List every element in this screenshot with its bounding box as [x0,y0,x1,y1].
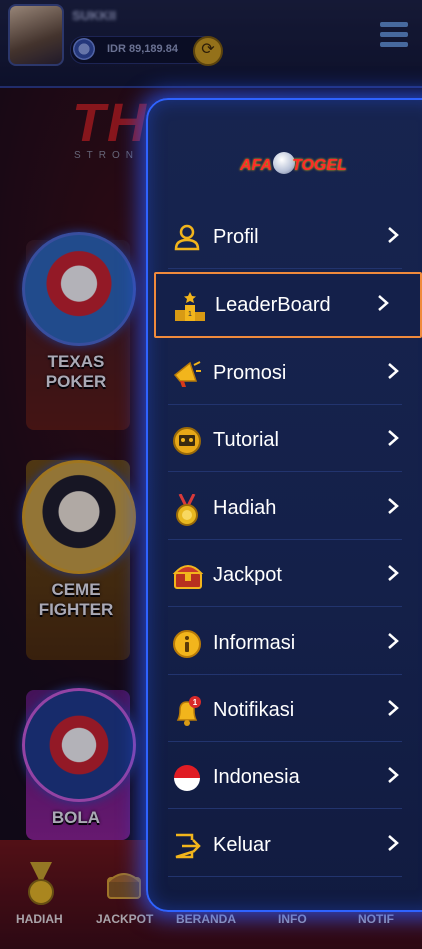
chevron-right-icon [386,564,400,582]
menu-label: Tutorial [213,429,279,451]
chevron-right-icon [386,766,400,784]
menu-label: Keluar [213,834,271,856]
chevron-right-icon [386,362,400,380]
treasure-chest-icon [172,561,204,591]
menu-label: Profil [213,226,259,248]
bell-icon: 1 [172,696,202,726]
menu-label: LeaderBoard [215,294,331,316]
info-icon [172,629,202,659]
logo-text-left: AFA [240,157,272,174]
menu-item-profil[interactable]: Profil [168,206,402,269]
megaphone-icon [172,359,202,389]
profile-icon [172,223,202,253]
chevron-right-icon [386,699,400,717]
notification-badge: 1 [193,698,198,707]
menu-label: Informasi [213,632,296,654]
chevron-right-icon [386,632,400,650]
menu-item-keluar[interactable]: Keluar [168,814,402,877]
menu-label: Jackpot [213,564,282,586]
chevron-right-icon [386,429,400,447]
medal-icon [172,493,202,526]
menu-item-jackpot[interactable]: Jackpot [168,544,402,607]
podium-icon: 1 [174,291,205,321]
menu-item-promosi[interactable]: Promosi [168,342,402,405]
menu-item-leaderboard[interactable]: 1 LeaderBoard [154,272,422,338]
chevron-right-icon [386,834,400,852]
menu-item-hadiah[interactable]: Hadiah [168,477,402,540]
menu-label: Notifikasi [213,699,295,721]
chevron-right-icon [376,294,390,312]
menu-item-tutorial[interactable]: Tutorial [168,409,402,472]
menu-label: Promosi [213,362,287,384]
chevron-right-icon [386,497,400,515]
side-drawer: AFA TOGEL Profil 1 LeaderBoard Promosi T… [146,98,422,912]
logo-text-right: TOGEL [292,157,347,174]
menu-item-notifikasi[interactable]: 1 Notifikasi [168,679,402,742]
tutorial-icon [172,426,202,456]
flag-icon [172,763,202,793]
menu-label: Indonesia [213,766,300,788]
menu-item-informasi[interactable]: Informasi [168,612,402,675]
svg-text:1: 1 [188,311,192,318]
menu-item-indonesia[interactable]: Indonesia [168,746,402,809]
logout-icon [172,831,202,861]
afa-togel-logo: AFA TOGEL [240,152,347,182]
menu-label: Hadiah [213,497,277,519]
chevron-right-icon [386,226,400,244]
